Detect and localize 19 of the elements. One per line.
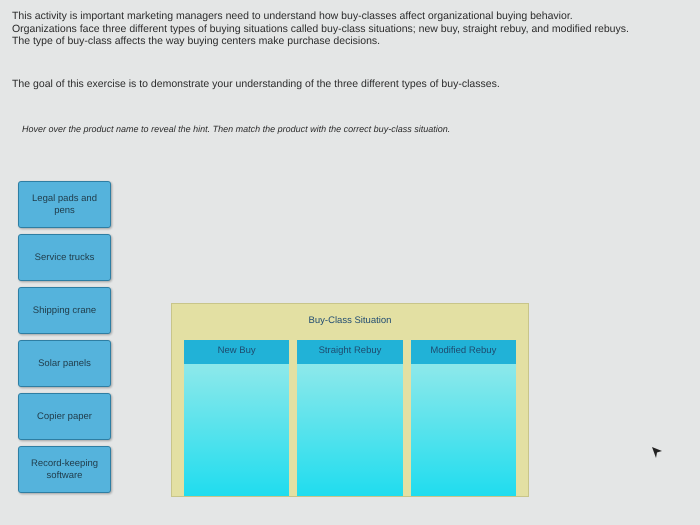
intro-text: Organizations face three different types of buying situations called buy-class situations; new buy, straight rebuy, and modified rebuys.	[12, 22, 630, 36]
product-card[interactable]: Legal pads and pens	[18, 181, 111, 228]
product-card[interactable]: Shipping crane	[18, 287, 111, 334]
product-card[interactable]: Solar panels	[18, 340, 111, 388]
drop-zone[interactable]	[184, 364, 290, 496]
panel-title: Buy-Class Situation	[308, 314, 392, 328]
product-card[interactable]: Service trucks	[18, 234, 111, 282]
intro-text: The type of buy-class affects the way buying centers make purchase decisions.	[12, 35, 382, 48]
product-card[interactable]: Record-keeping software	[18, 446, 111, 494]
product-card[interactable]: Copier paper	[18, 393, 111, 440]
drop-zone[interactable]	[297, 364, 403, 496]
drop-zone[interactable]	[410, 364, 516, 496]
cursor-icon	[651, 446, 663, 460]
column-header: Modified Rebuy	[410, 340, 516, 364]
column-header: New Buy	[184, 340, 290, 364]
intro-text: This activity is important marketing managers need to understand how buy-classes affect organizational buying behavior.	[12, 10, 574, 23]
goal-text: The goal of this exercise is to demonstrate your understanding of the three different types of buy-classes.	[12, 78, 501, 90]
column-header: Straight Rebuy	[297, 340, 403, 364]
instruction-text: Hover over the product name to reveal the hint. Then match the product with the correct buy-class situation.	[22, 124, 452, 136]
